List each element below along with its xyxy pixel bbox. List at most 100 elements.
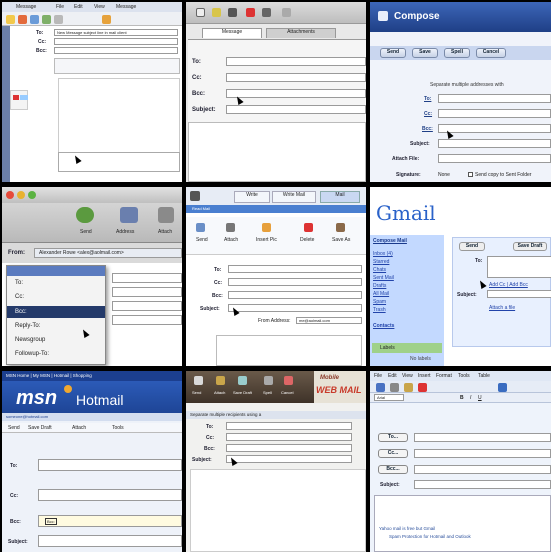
sidebar-item-chats[interactable]: Chats: [373, 267, 386, 273]
cancel-icon[interactable]: [284, 376, 293, 385]
to-field[interactable]: [226, 57, 366, 66]
send-button[interactable]: Send: [459, 242, 485, 251]
attach-field[interactable]: [438, 154, 551, 163]
delete-icon[interactable]: [262, 8, 271, 17]
sidebar-item-spam[interactable]: Spam: [373, 299, 386, 305]
menu-item[interactable]: File: [374, 373, 382, 379]
to-field[interactable]: [228, 265, 362, 273]
flag-icon[interactable]: [418, 383, 427, 392]
attach-file-link[interactable]: Attach a file: [489, 305, 515, 311]
attach-icon[interactable]: [158, 207, 174, 223]
menu-item[interactable]: Table: [478, 373, 490, 379]
italic-button[interactable]: I: [470, 395, 471, 401]
flag-icon[interactable]: [246, 8, 255, 17]
to-field[interactable]: [487, 256, 551, 278]
send-icon[interactable]: [376, 383, 385, 392]
bold-button[interactable]: B: [460, 395, 464, 401]
bcc-field[interactable]: [414, 465, 551, 474]
menu-item[interactable]: Edit: [74, 4, 83, 10]
from-field[interactable]: me@aolmail.com: [296, 317, 362, 324]
minimize-icon[interactable]: [17, 191, 25, 199]
send-icon[interactable]: [196, 223, 205, 232]
sidebar-item-starred[interactable]: Starred: [373, 259, 389, 265]
sidebar-item-contacts[interactable]: Contacts: [373, 323, 394, 329]
address-book-icon[interactable]: [120, 207, 138, 223]
to-field[interactable]: [438, 94, 551, 103]
check-icon[interactable]: [42, 15, 51, 24]
bcc-field[interactable]: Bcc:: [38, 515, 182, 527]
menu-item[interactable]: Message: [116, 4, 136, 10]
signature-value[interactable]: None: [438, 172, 450, 178]
menu-item[interactable]: Message: [16, 4, 36, 10]
menu-item-to[interactable]: To:: [15, 280, 23, 286]
recipient-field[interactable]: [112, 273, 182, 283]
save-draft-button[interactable]: Save Draft: [513, 242, 547, 251]
recipient-field[interactable]: [112, 315, 182, 325]
sidebar-item-drafts[interactable]: Drafts: [373, 283, 386, 289]
cc-label[interactable]: Cc:: [424, 111, 432, 117]
cc-field[interactable]: [226, 73, 366, 82]
address-icon[interactable]: [228, 8, 237, 17]
cc-field[interactable]: [228, 278, 362, 286]
add-cc-bcc-link[interactable]: Add Cc | Add Bcc: [489, 282, 528, 288]
save-icon[interactable]: [390, 383, 399, 392]
spell-icon[interactable]: [264, 376, 273, 385]
attach-icon[interactable]: [404, 383, 413, 392]
attach-icon[interactable]: [212, 8, 221, 17]
subject-field[interactable]: [438, 139, 551, 148]
cancel-button[interactable]: Cancel: [476, 48, 506, 58]
attach-icon[interactable]: [226, 223, 235, 232]
subject-field[interactable]: New Message subject line in mail client: [54, 29, 178, 36]
menu-item-reply-to[interactable]: Reply-To:: [15, 323, 40, 329]
subject-field[interactable]: [226, 105, 366, 114]
menu-item-newsgroup[interactable]: Newsgroup: [15, 337, 45, 343]
tools-button[interactable]: Tools: [112, 425, 124, 431]
recipient-field[interactable]: [112, 287, 182, 297]
send-icon[interactable]: [194, 376, 203, 385]
print-icon[interactable]: [54, 15, 63, 24]
tab-message[interactable]: Message: [202, 28, 262, 38]
message-body[interactable]: [190, 469, 366, 552]
menu-item[interactable]: View: [94, 4, 105, 10]
menu-item[interactable]: File: [56, 4, 64, 10]
save-draft-button[interactable]: Save Draft: [28, 425, 52, 431]
cc-button[interactable]: Cc...: [378, 449, 408, 458]
send-icon[interactable]: [18, 15, 27, 24]
save-icon[interactable]: [238, 376, 247, 385]
menu-item[interactable]: View: [402, 373, 413, 379]
send-copy-checkbox[interactable]: [468, 172, 473, 177]
sidebar-item-inbox[interactable]: Inbox (4): [373, 251, 393, 257]
cc-field[interactable]: [438, 109, 551, 118]
flag-icon[interactable]: [102, 15, 111, 24]
sidebar-item-sent[interactable]: Sent Mail: [373, 275, 394, 281]
message-body[interactable]: Yahoo mail is free but Gmail Spam Protec…: [374, 495, 551, 552]
to-field[interactable]: [414, 433, 551, 442]
menu-item-followup[interactable]: Followup-To:: [15, 351, 49, 357]
envelope-icon[interactable]: [6, 15, 15, 24]
menu-item[interactable]: Tools: [458, 373, 470, 379]
tab-write[interactable]: Write: [234, 191, 270, 203]
menu-item[interactable]: Insert: [418, 373, 431, 379]
menu-item-cc[interactable]: Cc:: [15, 294, 24, 300]
to-field[interactable]: [226, 422, 352, 430]
cc-field[interactable]: [38, 489, 182, 501]
send-icon[interactable]: [76, 207, 94, 223]
menu-item[interactable]: Format: [436, 373, 452, 379]
attach-icon[interactable]: [30, 15, 39, 24]
attach-button[interactable]: Attach: [72, 425, 86, 431]
bcc-label[interactable]: Bcc:: [422, 126, 433, 132]
close-icon[interactable]: [6, 191, 14, 199]
zoom-icon[interactable]: [28, 191, 36, 199]
spell-button[interactable]: Spell: [444, 48, 470, 58]
send-button[interactable]: Send: [8, 425, 20, 431]
font-select[interactable]: Arial: [374, 394, 404, 401]
picture-icon[interactable]: [262, 223, 271, 232]
bold-icon[interactable]: [498, 383, 507, 392]
from-field[interactable]: Alexander Rowe <alex@aolmail.com>: [34, 248, 182, 258]
cc-field[interactable]: [414, 449, 551, 458]
save-button[interactable]: Save: [412, 48, 438, 58]
sidebar-item-trash[interactable]: Trash: [373, 307, 386, 313]
tab-mail[interactable]: Mail: [320, 191, 360, 203]
attach-icon[interactable]: [216, 376, 225, 385]
envelope-icon[interactable]: [196, 8, 205, 17]
